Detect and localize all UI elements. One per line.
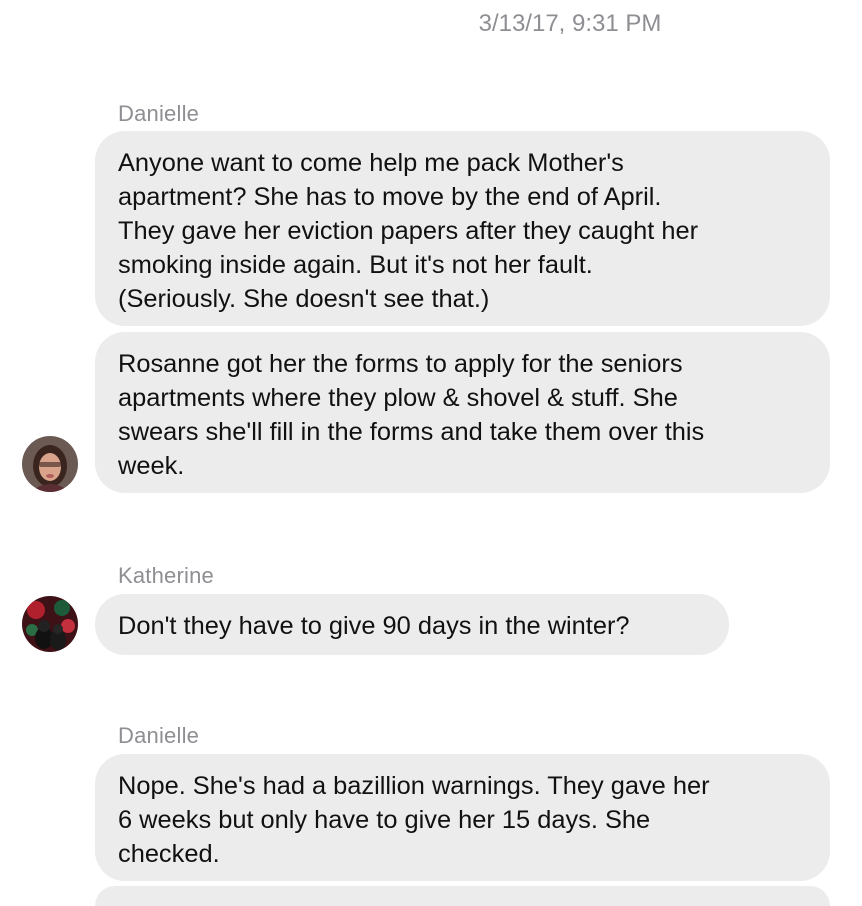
sender-name: Danielle (118, 101, 200, 126)
avatar-katherine[interactable] (22, 596, 78, 652)
message-bubble[interactable]: Anyone want to come help me pack Mother'… (95, 131, 830, 326)
message-bubble-partial[interactable] (95, 886, 830, 906)
conversation-timestamp: 3/13/17, 9:31 PM (478, 10, 662, 37)
avatar-danielle[interactable] (22, 436, 78, 492)
message-bubble[interactable]: Nope. She's had a bazillion warnings. Th… (95, 754, 830, 881)
message-bubble[interactable]: Don't they have to give 90 days in the w… (95, 594, 729, 655)
avatar-photo-icon (22, 596, 78, 652)
avatar-photo-icon (22, 436, 78, 492)
message-bubble[interactable]: Rosanne got her the forms to apply for t… (95, 332, 830, 493)
sender-name: Danielle (118, 723, 200, 748)
sender-name: Katherine (118, 563, 214, 588)
